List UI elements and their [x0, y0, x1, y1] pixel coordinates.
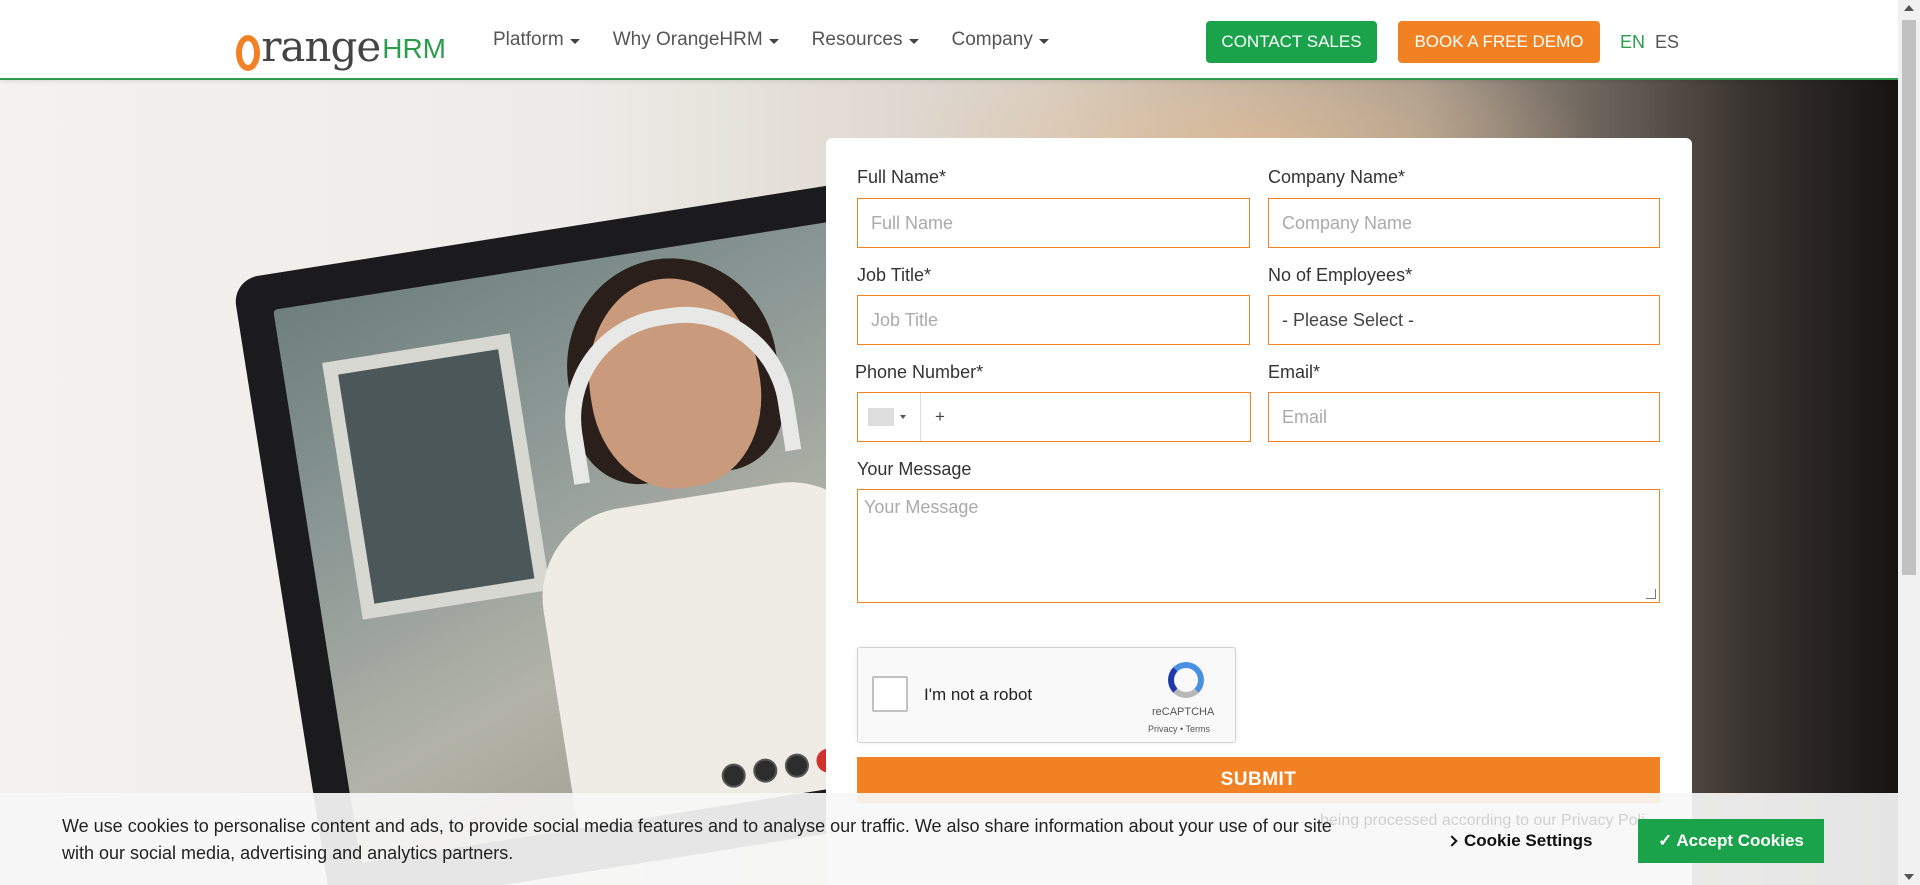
- phone-prefix: +: [935, 407, 945, 426]
- recaptcha-widget: I'm not a robot reCAPTCHA Privacy • Term…: [857, 647, 1236, 743]
- cookie-settings-label: Cookie Settings: [1464, 831, 1593, 850]
- recaptcha-checkbox[interactable]: [872, 676, 908, 712]
- cookie-banner: being processed according to our Privacy…: [0, 793, 1898, 885]
- nav-label: Why OrangeHRM: [612, 29, 763, 50]
- email-label: Email*: [1268, 362, 1321, 382]
- recaptcha-label: I'm not a robot: [924, 685, 1033, 704]
- logo-suffix: HRM: [382, 33, 446, 64]
- nav-label: Company: [951, 29, 1033, 50]
- accept-cookies-label: Accept Cookies: [1676, 831, 1804, 850]
- scroll-up-icon[interactable]: [1904, 5, 1914, 11]
- phone-label: Phone Number*: [855, 362, 984, 382]
- caret-down-icon: [569, 38, 580, 44]
- language-en-link[interactable]: EN: [1620, 32, 1645, 53]
- email-input[interactable]: Email: [1268, 392, 1660, 442]
- country-flag-dropdown[interactable]: [858, 393, 921, 441]
- flag-icon: [868, 408, 894, 426]
- job-title-input[interactable]: Job Title: [857, 295, 1250, 345]
- nav-resources[interactable]: Resources: [812, 29, 919, 51]
- employees-select[interactable]: - Please Select -: [1268, 295, 1660, 345]
- language-es-link[interactable]: ES: [1655, 32, 1679, 53]
- full-name-input[interactable]: Full Name: [857, 198, 1250, 248]
- accept-cookies-button[interactable]: ✓ Accept Cookies: [1638, 819, 1824, 863]
- nav-platform[interactable]: Platform: [493, 29, 580, 51]
- privacy-note-behind: being processed according to our Privacy…: [1320, 812, 1645, 829]
- company-name-input[interactable]: Company Name: [1268, 198, 1660, 248]
- contact-sales-button[interactable]: CONTACT SALES: [1206, 21, 1377, 63]
- full-name-label: Full Name*: [857, 167, 947, 187]
- nav-why-orangehrm[interactable]: Why OrangeHRM: [613, 29, 779, 51]
- scroll-down-icon[interactable]: [1904, 874, 1914, 880]
- page-scrollbar[interactable]: [1898, 0, 1920, 885]
- recaptcha-logo-icon: [1168, 662, 1204, 698]
- chevron-right-icon: [1446, 835, 1458, 847]
- message-textarea[interactable]: Your Message: [857, 489, 1660, 603]
- caret-down-icon: [768, 38, 779, 44]
- recaptcha-brand: reCAPTCHA: [1152, 706, 1215, 718]
- cookie-settings-button[interactable]: Cookie Settings: [1446, 831, 1593, 851]
- orangehrm-logo[interactable]: range HRM: [236, 12, 446, 71]
- company-name-label: Company Name*: [1268, 167, 1406, 187]
- main-nav: Platform Why OrangeHRM Resources Company: [493, 0, 1049, 80]
- site-header: range HRM Platform Why OrangeHRM Resourc…: [0, 0, 1898, 80]
- background-window: [322, 333, 551, 620]
- logo-wordmark: range: [261, 22, 381, 71]
- book-demo-button[interactable]: BOOK A FREE DEMO: [1398, 21, 1600, 63]
- nav-label: Resources: [811, 29, 903, 50]
- recaptcha-terms-links[interactable]: Privacy • Terms: [1148, 724, 1210, 734]
- nav-company[interactable]: Company: [952, 29, 1049, 51]
- employees-label: No of Employees*: [1268, 265, 1413, 285]
- orange-logo-icon: [236, 35, 261, 71]
- job-title-label: Job Title*: [857, 265, 932, 285]
- caret-down-icon: [900, 415, 906, 419]
- nav-label: Platform: [493, 29, 564, 50]
- caret-down-icon: [1038, 38, 1049, 44]
- resize-handle-icon[interactable]: [1646, 589, 1656, 599]
- phone-input[interactable]: +: [857, 392, 1251, 442]
- message-label: Your Message: [857, 459, 972, 479]
- check-icon: ✓: [1658, 831, 1673, 850]
- cookie-message: We use cookies to personalise content an…: [62, 816, 1332, 863]
- message-placeholder: Your Message: [864, 497, 979, 517]
- caret-down-icon: [908, 38, 919, 44]
- scroll-thumb[interactable]: [1902, 20, 1916, 575]
